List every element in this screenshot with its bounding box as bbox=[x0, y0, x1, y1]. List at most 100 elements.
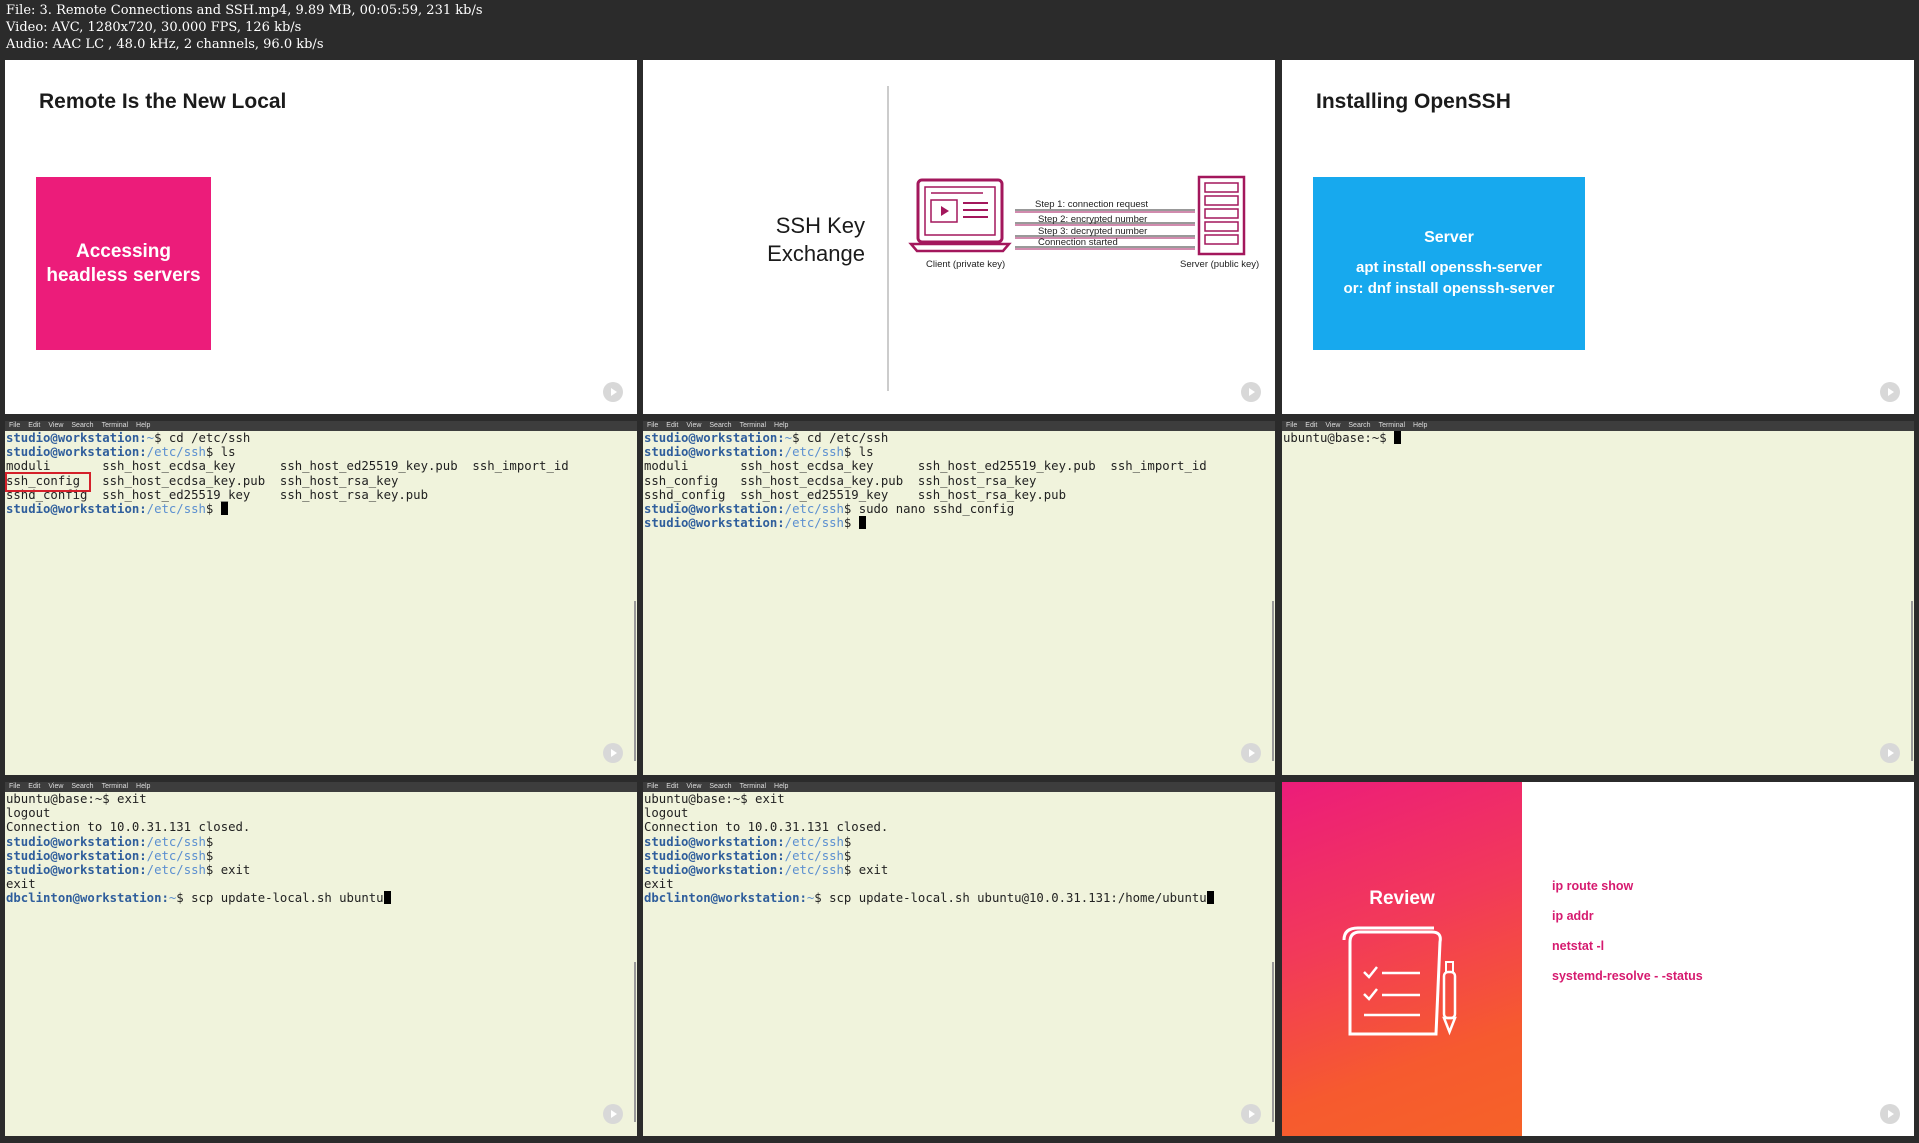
menu-help[interactable]: Help bbox=[136, 783, 150, 790]
menu-terminal[interactable]: Terminal bbox=[1379, 422, 1405, 429]
document-pen-icon bbox=[1342, 926, 1457, 1036]
terminal-line: studio@workstation:~$ cd /etc/ssh bbox=[644, 431, 889, 445]
play-watermark-icon bbox=[1241, 743, 1261, 763]
terminal-output[interactable]: ubuntu@base:~$ bbox=[1282, 431, 1914, 445]
slide-title: Installing OpenSSH bbox=[1316, 90, 1511, 113]
thumbnail-slide-remote[interactable]: Remote Is the New Local Accessing headles… bbox=[5, 60, 637, 414]
menu-file[interactable]: File bbox=[1286, 422, 1297, 429]
menu-file[interactable]: File bbox=[9, 422, 20, 429]
menu-view[interactable]: View bbox=[686, 422, 701, 429]
client-label: Client (private key) bbox=[926, 259, 1006, 270]
terminal-line: studio@workstation:/etc/ssh$ exit bbox=[6, 863, 251, 878]
terminal-line: studio@workstation:/etc/ssh$ bbox=[6, 834, 214, 849]
highlight-box bbox=[5, 472, 91, 492]
thumbnail-terminal-scp-full[interactable]: File Edit View Search Terminal Help ubuntu@ba… bbox=[643, 782, 1275, 1136]
terminal-menubar: File Edit View Search Terminal Help bbox=[5, 421, 637, 431]
terminal-line: sshd_config ssh_host_ed25519_key ssh_hos… bbox=[6, 487, 428, 502]
play-watermark-icon bbox=[603, 382, 623, 402]
play-watermark-icon bbox=[603, 743, 623, 763]
menu-file[interactable]: File bbox=[9, 783, 20, 790]
terminal-line: moduli ssh_host_ecdsa_key ssh_host_ed255… bbox=[644, 459, 1207, 474]
menu-terminal[interactable]: Terminal bbox=[102, 422, 128, 429]
play-watermark-icon bbox=[1241, 1104, 1261, 1124]
play-watermark-icon bbox=[1880, 1104, 1900, 1124]
media-info: File: 3. Remote Connections and SSH.mp4,… bbox=[6, 2, 483, 53]
terminal-line: logout bbox=[644, 806, 689, 821]
menu-file[interactable]: File bbox=[647, 422, 658, 429]
thumbnail-slide-ssh-key-exchange[interactable]: SSH Key Exchange Step 1: connection requ… bbox=[643, 60, 1275, 414]
menu-terminal[interactable]: Terminal bbox=[740, 422, 766, 429]
scrollbar[interactable] bbox=[1911, 601, 1913, 761]
play-watermark-icon bbox=[1880, 382, 1900, 402]
menu-help[interactable]: Help bbox=[1413, 422, 1427, 429]
menu-help[interactable]: Help bbox=[774, 783, 788, 790]
review-cmd: ip addr bbox=[1552, 909, 1594, 923]
menu-view[interactable]: View bbox=[48, 422, 63, 429]
menu-file[interactable]: File bbox=[647, 783, 658, 790]
cursor bbox=[220, 502, 228, 516]
box-line: Accessing bbox=[75, 240, 172, 262]
menu-edit[interactable]: Edit bbox=[1305, 422, 1317, 429]
menu-edit[interactable]: Edit bbox=[28, 783, 40, 790]
terminal-line: studio@workstation:/etc/ssh$ bbox=[644, 834, 852, 849]
scrollbar[interactable] bbox=[634, 962, 636, 1122]
scrollbar[interactable] bbox=[1272, 962, 1274, 1122]
cursor bbox=[1206, 891, 1214, 905]
menu-view[interactable]: View bbox=[686, 783, 701, 790]
box-title: Server bbox=[1424, 229, 1474, 246]
menu-terminal[interactable]: Terminal bbox=[740, 783, 766, 790]
scrollbar[interactable] bbox=[634, 601, 636, 761]
thumbnail-terminal-remote[interactable]: File Edit View Search Terminal Help ubuntu@ba… bbox=[1282, 421, 1914, 775]
terminal-line: ubuntu@base:~$ exit bbox=[6, 792, 147, 806]
terminal-line: moduli ssh_host_ecdsa_key ssh_host_ed255… bbox=[6, 459, 569, 474]
terminal-line: dbclinton@workstation:~$ scp update-loca… bbox=[6, 891, 636, 905]
menu-search[interactable]: Search bbox=[71, 783, 93, 790]
box-cmd: or: dnf install openssh-server bbox=[1343, 280, 1555, 297]
menu-search[interactable]: Search bbox=[709, 422, 731, 429]
terminal-line: Connection to 10.0.31.131 closed. bbox=[644, 820, 889, 835]
review-cmd: systemd-resolve - -status bbox=[1552, 969, 1703, 983]
terminal-line: dbclinton@workstation:~$ scp update-loca… bbox=[644, 891, 1274, 905]
step-label: Step 2: encrypted number bbox=[1038, 214, 1148, 225]
cursor bbox=[1394, 431, 1402, 444]
video-info: Video: AVC, 1280x720, 30.000 FPS, 126 kb… bbox=[6, 20, 302, 35]
thumbnail-terminal-scp[interactable]: File Edit View Search Terminal Help ubuntu@ba… bbox=[5, 782, 637, 1136]
step-label: Step 1: connection request bbox=[1035, 199, 1149, 210]
menu-view[interactable]: View bbox=[1325, 422, 1340, 429]
terminal-output[interactable]: ubuntu@base:~$ exit logout Connection to 1… bbox=[5, 792, 637, 906]
terminal-line: Connection to 10.0.31.131 closed. bbox=[6, 820, 251, 835]
terminal-output[interactable]: ubuntu@base:~$ exit logout Connection to 1… bbox=[643, 792, 1275, 906]
menu-edit[interactable]: Edit bbox=[666, 783, 678, 790]
terminal-line: studio@workstation:/etc/ssh$ bbox=[6, 848, 214, 863]
review-panel: Review bbox=[1282, 782, 1522, 1136]
terminal-output[interactable]: studio@workstation:~$ cd /etc/ssh studio@… bbox=[5, 431, 637, 516]
slide-title: Remote Is the New Local bbox=[39, 90, 287, 113]
play-watermark-icon bbox=[603, 1104, 623, 1124]
server-box: Server apt install openssh-server or: dn… bbox=[1313, 177, 1585, 350]
thumbnail-slide-openssh[interactable]: Installing OpenSSH Server apt install op… bbox=[1282, 60, 1914, 414]
thumbnail-terminal-ls[interactable]: File Edit View Search Terminal Help studio@wo… bbox=[5, 421, 637, 775]
terminal-line: ssh_config ssh_host_ecdsa_key.pub ssh_ho… bbox=[6, 473, 399, 488]
menu-edit[interactable]: Edit bbox=[666, 422, 678, 429]
menu-edit[interactable]: Edit bbox=[28, 422, 40, 429]
thumbnail-terminal-nano[interactable]: File Edit View Search Terminal Help studio@wo… bbox=[643, 421, 1275, 775]
menu-terminal[interactable]: Terminal bbox=[102, 783, 128, 790]
scrollbar[interactable] bbox=[1272, 601, 1274, 761]
terminal-line: studio@workstation:/etc/ssh$ bbox=[644, 516, 1274, 530]
menu-view[interactable]: View bbox=[48, 783, 63, 790]
menu-search[interactable]: Search bbox=[1348, 422, 1370, 429]
terminal-line: ubuntu@base:~$ exit bbox=[644, 792, 785, 806]
review-cmd: netstat -l bbox=[1552, 939, 1605, 953]
box-cmd: apt install openssh-server bbox=[1356, 259, 1542, 276]
menu-help[interactable]: Help bbox=[136, 422, 150, 429]
terminal-menubar: File Edit View Search Terminal Help bbox=[5, 782, 637, 792]
terminal-line: logout bbox=[6, 806, 51, 821]
thumbnail-slide-review[interactable]: Review ip route show ip addr netstat -l … bbox=[1282, 782, 1914, 1136]
terminal-output[interactable]: studio@workstation:~$ cd /etc/ssh studio@… bbox=[643, 431, 1275, 530]
menu-search[interactable]: Search bbox=[709, 783, 731, 790]
menu-help[interactable]: Help bbox=[774, 422, 788, 429]
review-cmd: ip route show bbox=[1552, 879, 1634, 893]
file-info: File: 3. Remote Connections and SSH.mp4,… bbox=[6, 3, 483, 18]
menu-search[interactable]: Search bbox=[71, 422, 93, 429]
play-watermark-icon bbox=[1880, 743, 1900, 763]
